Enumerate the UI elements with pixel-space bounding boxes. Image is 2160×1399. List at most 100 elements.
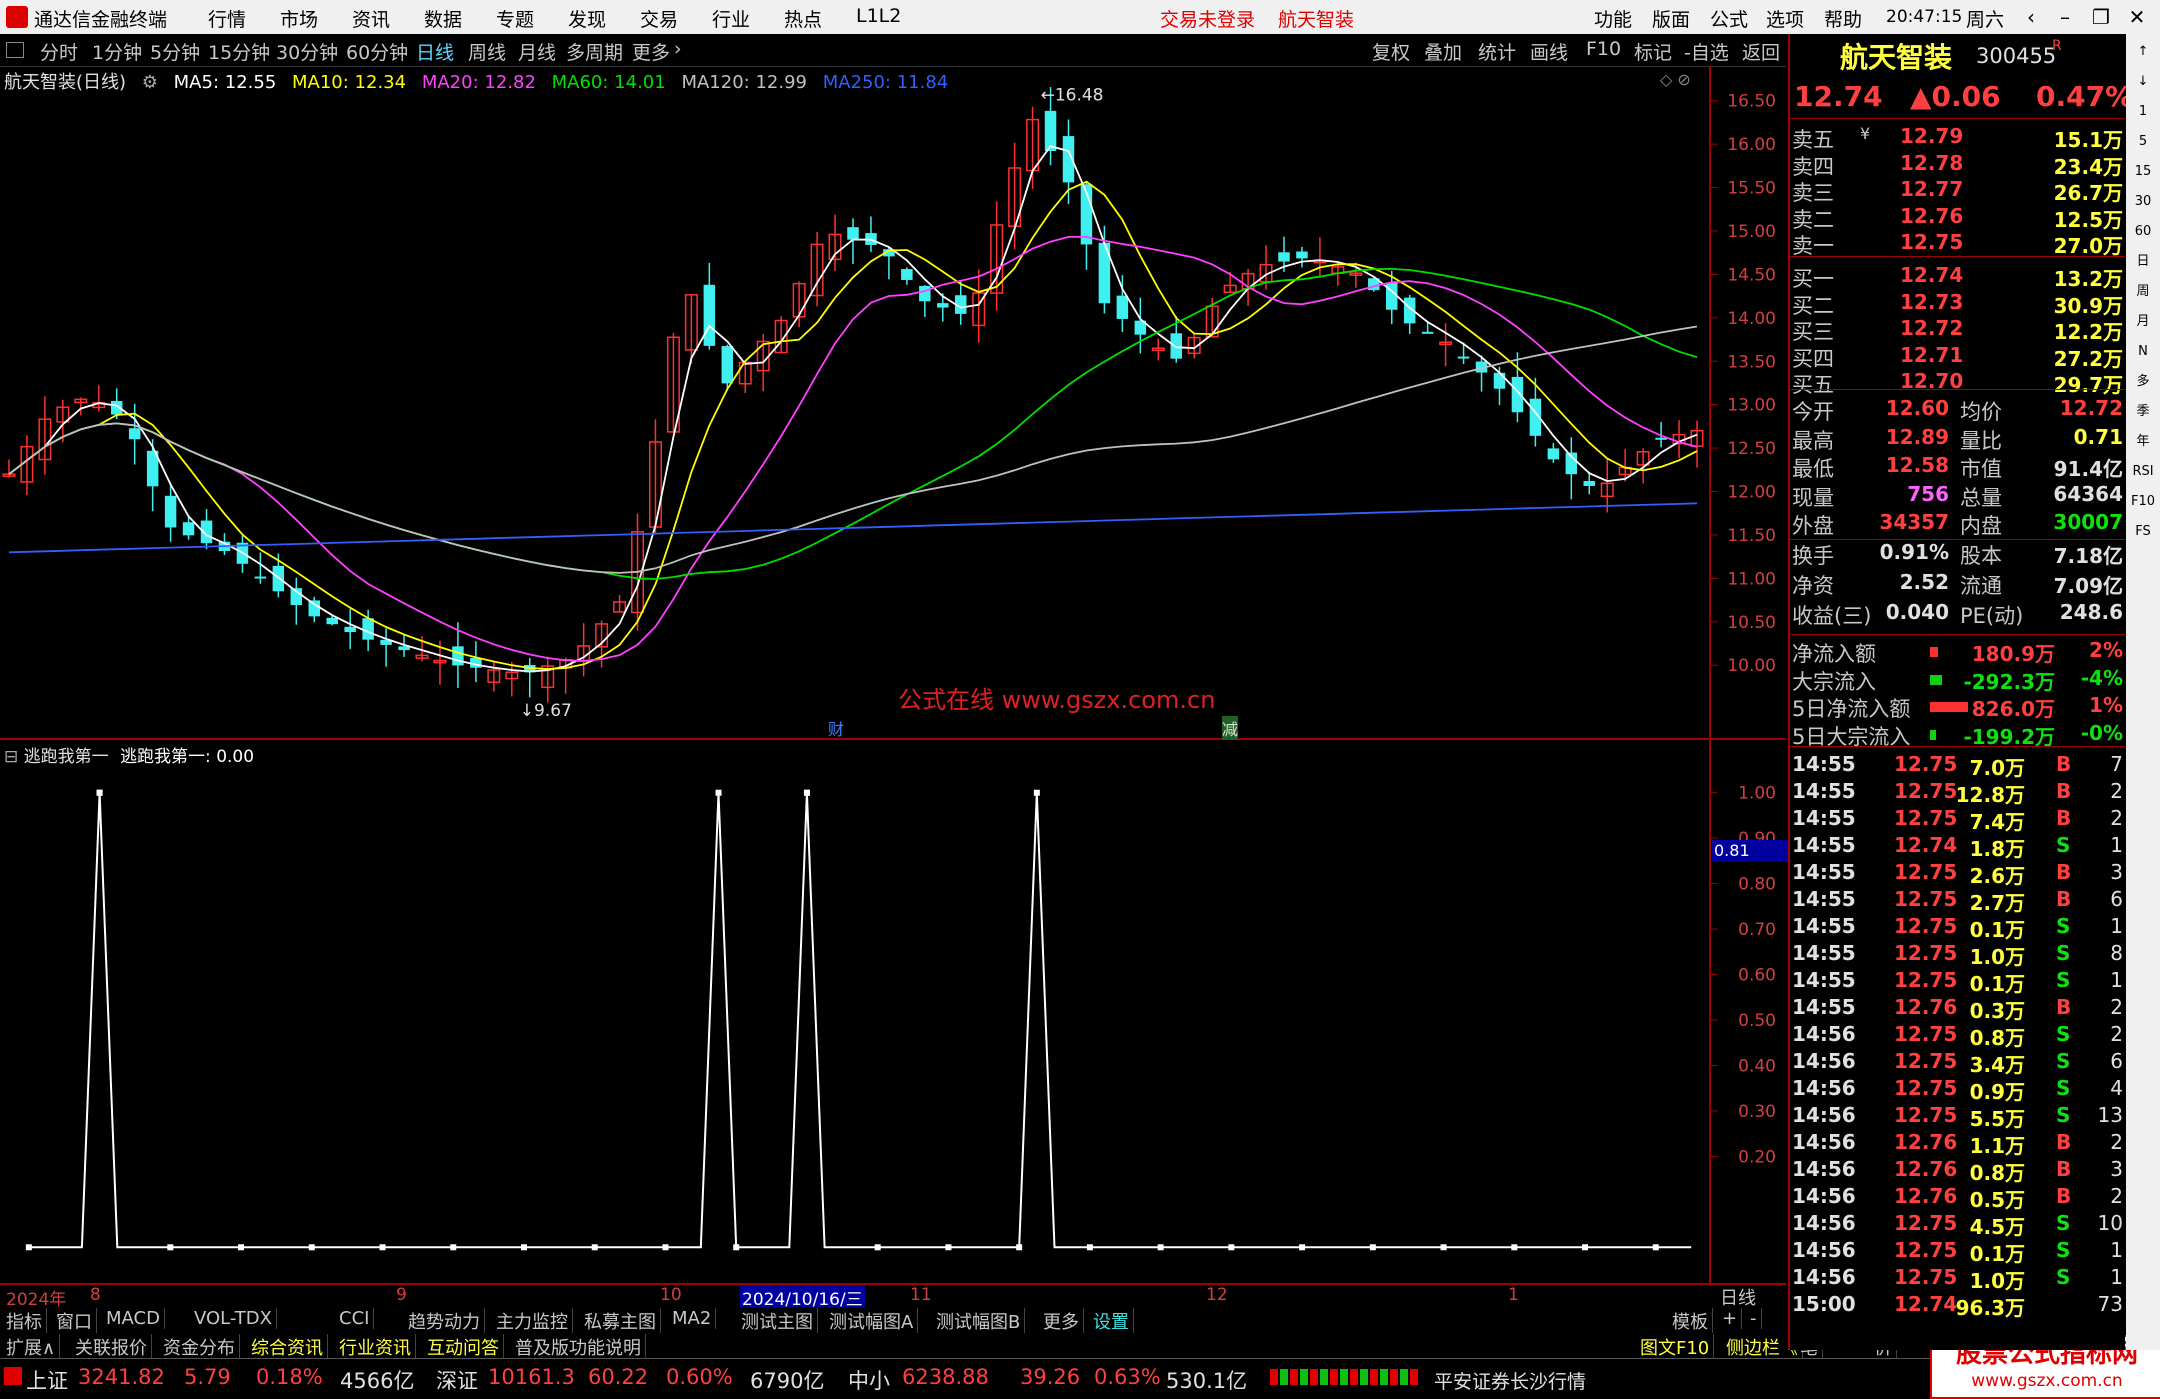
bottom-period-label[interactable]: 日线 bbox=[1720, 1284, 1756, 1310]
toolbar-huaxian[interactable]: 画线 bbox=[1530, 38, 1568, 65]
menu-item-l1l2[interactable]: L1L2 bbox=[856, 5, 901, 27]
book-price[interactable]: 12.74 bbox=[1900, 263, 1963, 287]
book-price[interactable]: 12.77 bbox=[1900, 177, 1963, 201]
side-tool-icon[interactable]: FS bbox=[2131, 520, 2155, 544]
toolbar-biaoji[interactable]: 标记 bbox=[1634, 38, 1672, 65]
side-tool-icon[interactable]: 15 bbox=[2131, 160, 2155, 184]
extension-tab[interactable]: 综合资讯 bbox=[247, 1334, 328, 1360]
menu-item-shichang[interactable]: 市场 bbox=[280, 5, 318, 32]
toolbar-diejia[interactable]: 叠加 bbox=[1424, 38, 1462, 65]
book-price[interactable]: 12.76 bbox=[1900, 204, 1963, 228]
book-price[interactable]: 12.72 bbox=[1900, 316, 1963, 340]
period-more[interactable]: 更多 bbox=[632, 38, 670, 65]
indicator-tab[interactable]: 测试幅图A bbox=[825, 1308, 919, 1334]
book-price[interactable]: 12.78 bbox=[1900, 151, 1963, 175]
event-marker-cai[interactable]: 财 bbox=[828, 716, 844, 740]
period-60min[interactable]: 60分钟 bbox=[346, 38, 408, 65]
restore-icon[interactable]: ❐ bbox=[2086, 3, 2116, 31]
side-tool-icon[interactable]: RSI bbox=[2131, 460, 2155, 484]
period-fenshi[interactable]: 分时 bbox=[40, 38, 78, 65]
toolbar-fanhui[interactable]: 返回 bbox=[1742, 38, 1780, 65]
side-tool-icon[interactable]: N bbox=[2131, 340, 2155, 364]
indicator-tab[interactable]: 设置 bbox=[1089, 1308, 1134, 1334]
toolbar-zixuan[interactable]: -自选 bbox=[1684, 38, 1729, 65]
indicator-chart[interactable]: 1.000.900.800.700.600.500.400.300.20 bbox=[0, 740, 1786, 1285]
indicator-tab[interactable]: CCI bbox=[335, 1308, 375, 1329]
extension-tab[interactable]: 资金分布 bbox=[159, 1334, 240, 1360]
zoom-out-button[interactable]: - bbox=[1746, 1308, 1762, 1329]
chevron-right-icon[interactable]: › bbox=[674, 38, 682, 60]
side-tool-icon[interactable]: F10 bbox=[2131, 490, 2155, 514]
event-marker-jian[interactable]: 减 bbox=[1222, 716, 1239, 740]
indicator-tab[interactable]: 趋势动力 bbox=[404, 1308, 485, 1334]
period-30min[interactable]: 30分钟 bbox=[276, 38, 338, 65]
indicator-tab[interactable]: VOL-TDX bbox=[190, 1308, 277, 1329]
indicator-tab[interactable]: 指标 bbox=[2, 1308, 47, 1334]
side-tool-icon[interactable]: 5 bbox=[2131, 130, 2155, 154]
menu-item-gongneng[interactable]: 功能 bbox=[1594, 5, 1632, 32]
toolbar-fuquan[interactable]: 复权 bbox=[1372, 38, 1410, 65]
tab-tuwen-f10[interactable]: 图文F10 bbox=[1636, 1334, 1715, 1360]
index-sh-name[interactable]: 上证 bbox=[26, 1365, 68, 1395]
indicator-tab[interactable]: 主力监控 bbox=[492, 1308, 573, 1334]
menu-item-zixun[interactable]: 资讯 bbox=[352, 5, 390, 32]
toolbar-tongji[interactable]: 统计 bbox=[1478, 38, 1516, 65]
extension-tab[interactable]: 互动问答 bbox=[423, 1334, 504, 1360]
index-zx-name[interactable]: 中小 bbox=[848, 1365, 890, 1395]
indicator-tab[interactable]: MA2 bbox=[668, 1308, 717, 1329]
indicator-tab[interactable]: 窗口 bbox=[52, 1308, 97, 1334]
side-tool-icon[interactable]: 季 bbox=[2131, 400, 2155, 424]
menu-item-gongshi[interactable]: 公式 bbox=[1710, 5, 1748, 32]
extension-tab[interactable]: 普及版功能说明 bbox=[511, 1334, 646, 1360]
side-tool-icon[interactable]: ↓ bbox=[2131, 70, 2155, 94]
menu-item-shuju[interactable]: 数据 bbox=[424, 5, 462, 32]
indicator-tab[interactable]: 测试主图 bbox=[737, 1308, 818, 1334]
menu-item-zhuanti[interactable]: 专题 bbox=[496, 5, 534, 32]
menu-item-hangye[interactable]: 行业 bbox=[712, 5, 750, 32]
extension-tab[interactable]: 行业资讯 bbox=[335, 1334, 416, 1360]
index-sz-name[interactable]: 深证 bbox=[436, 1365, 478, 1395]
indicator-tab[interactable]: MACD bbox=[102, 1308, 165, 1329]
menu-item-bangzhu[interactable]: 帮助 bbox=[1824, 5, 1862, 32]
book-price[interactable]: 12.75 bbox=[1900, 230, 1963, 254]
menu-item-faxian[interactable]: 发现 bbox=[568, 5, 606, 32]
period-monthly[interactable]: 月线 bbox=[518, 38, 556, 65]
side-tool-icon[interactable]: 周 bbox=[2131, 280, 2155, 304]
period-1min[interactable]: 1分钟 bbox=[92, 38, 142, 65]
menu-item-xuanxiang[interactable]: 选项 bbox=[1766, 5, 1804, 32]
zoom-in-button[interactable]: + bbox=[1718, 1308, 1743, 1329]
indicator-tab[interactable]: 私募主图 bbox=[580, 1308, 661, 1334]
side-tool-icon[interactable]: 30 bbox=[2131, 190, 2155, 214]
period-daily[interactable]: 日线 bbox=[416, 38, 454, 65]
side-tool-icon[interactable]: 多 bbox=[2131, 370, 2155, 394]
period-15min[interactable]: 15分钟 bbox=[208, 38, 270, 65]
menu-item-redian[interactable]: 热点 bbox=[784, 5, 822, 32]
side-tool-icon[interactable]: 1 bbox=[2131, 100, 2155, 124]
side-tool-icon[interactable]: 日 bbox=[2131, 250, 2155, 274]
book-price[interactable]: 12.79 bbox=[1900, 124, 1963, 148]
close-icon[interactable]: ✕ bbox=[2122, 3, 2152, 31]
book-price[interactable]: 12.73 bbox=[1900, 290, 1963, 314]
period-5min[interactable]: 5分钟 bbox=[150, 38, 200, 65]
side-tool-icon[interactable]: ↑ bbox=[2131, 40, 2155, 64]
extension-tab[interactable]: 扩展∧ bbox=[2, 1334, 61, 1360]
kline-chart[interactable]: 16.50 16.00 15.50 15.00 14.50 14.00 13.50 13.00… bbox=[0, 66, 1786, 741]
menu-item-banmian[interactable]: 版面 bbox=[1652, 5, 1690, 32]
indicator-tab[interactable]: 测试幅图B bbox=[932, 1308, 1026, 1334]
extension-tab[interactable]: 关联报价 bbox=[71, 1334, 152, 1360]
book-price[interactable]: 12.71 bbox=[1900, 343, 1963, 367]
indicator-tab[interactable]: 更多 bbox=[1039, 1308, 1084, 1334]
layout-icon[interactable] bbox=[6, 42, 24, 58]
period-multi[interactable]: 多周期 bbox=[566, 38, 623, 65]
side-tool-icon[interactable]: 年 bbox=[2131, 430, 2155, 454]
side-tool-icon[interactable]: 月 bbox=[2131, 310, 2155, 334]
trade-login-status[interactable]: 交易未登录 bbox=[1160, 5, 1255, 32]
side-tool-icon[interactable]: 60 bbox=[2131, 220, 2155, 244]
tab-template[interactable]: 模板 bbox=[1668, 1308, 1713, 1334]
toolbar-f10[interactable]: F10 bbox=[1586, 38, 1621, 60]
period-weekly[interactable]: 周线 bbox=[468, 38, 506, 65]
menu-item-hangqing[interactable]: 行情 bbox=[208, 5, 246, 32]
minimize-icon[interactable]: – bbox=[2050, 3, 2080, 31]
back-icon[interactable]: ‹ bbox=[2016, 3, 2046, 31]
menu-item-jiaoyi[interactable]: 交易 bbox=[640, 5, 678, 32]
